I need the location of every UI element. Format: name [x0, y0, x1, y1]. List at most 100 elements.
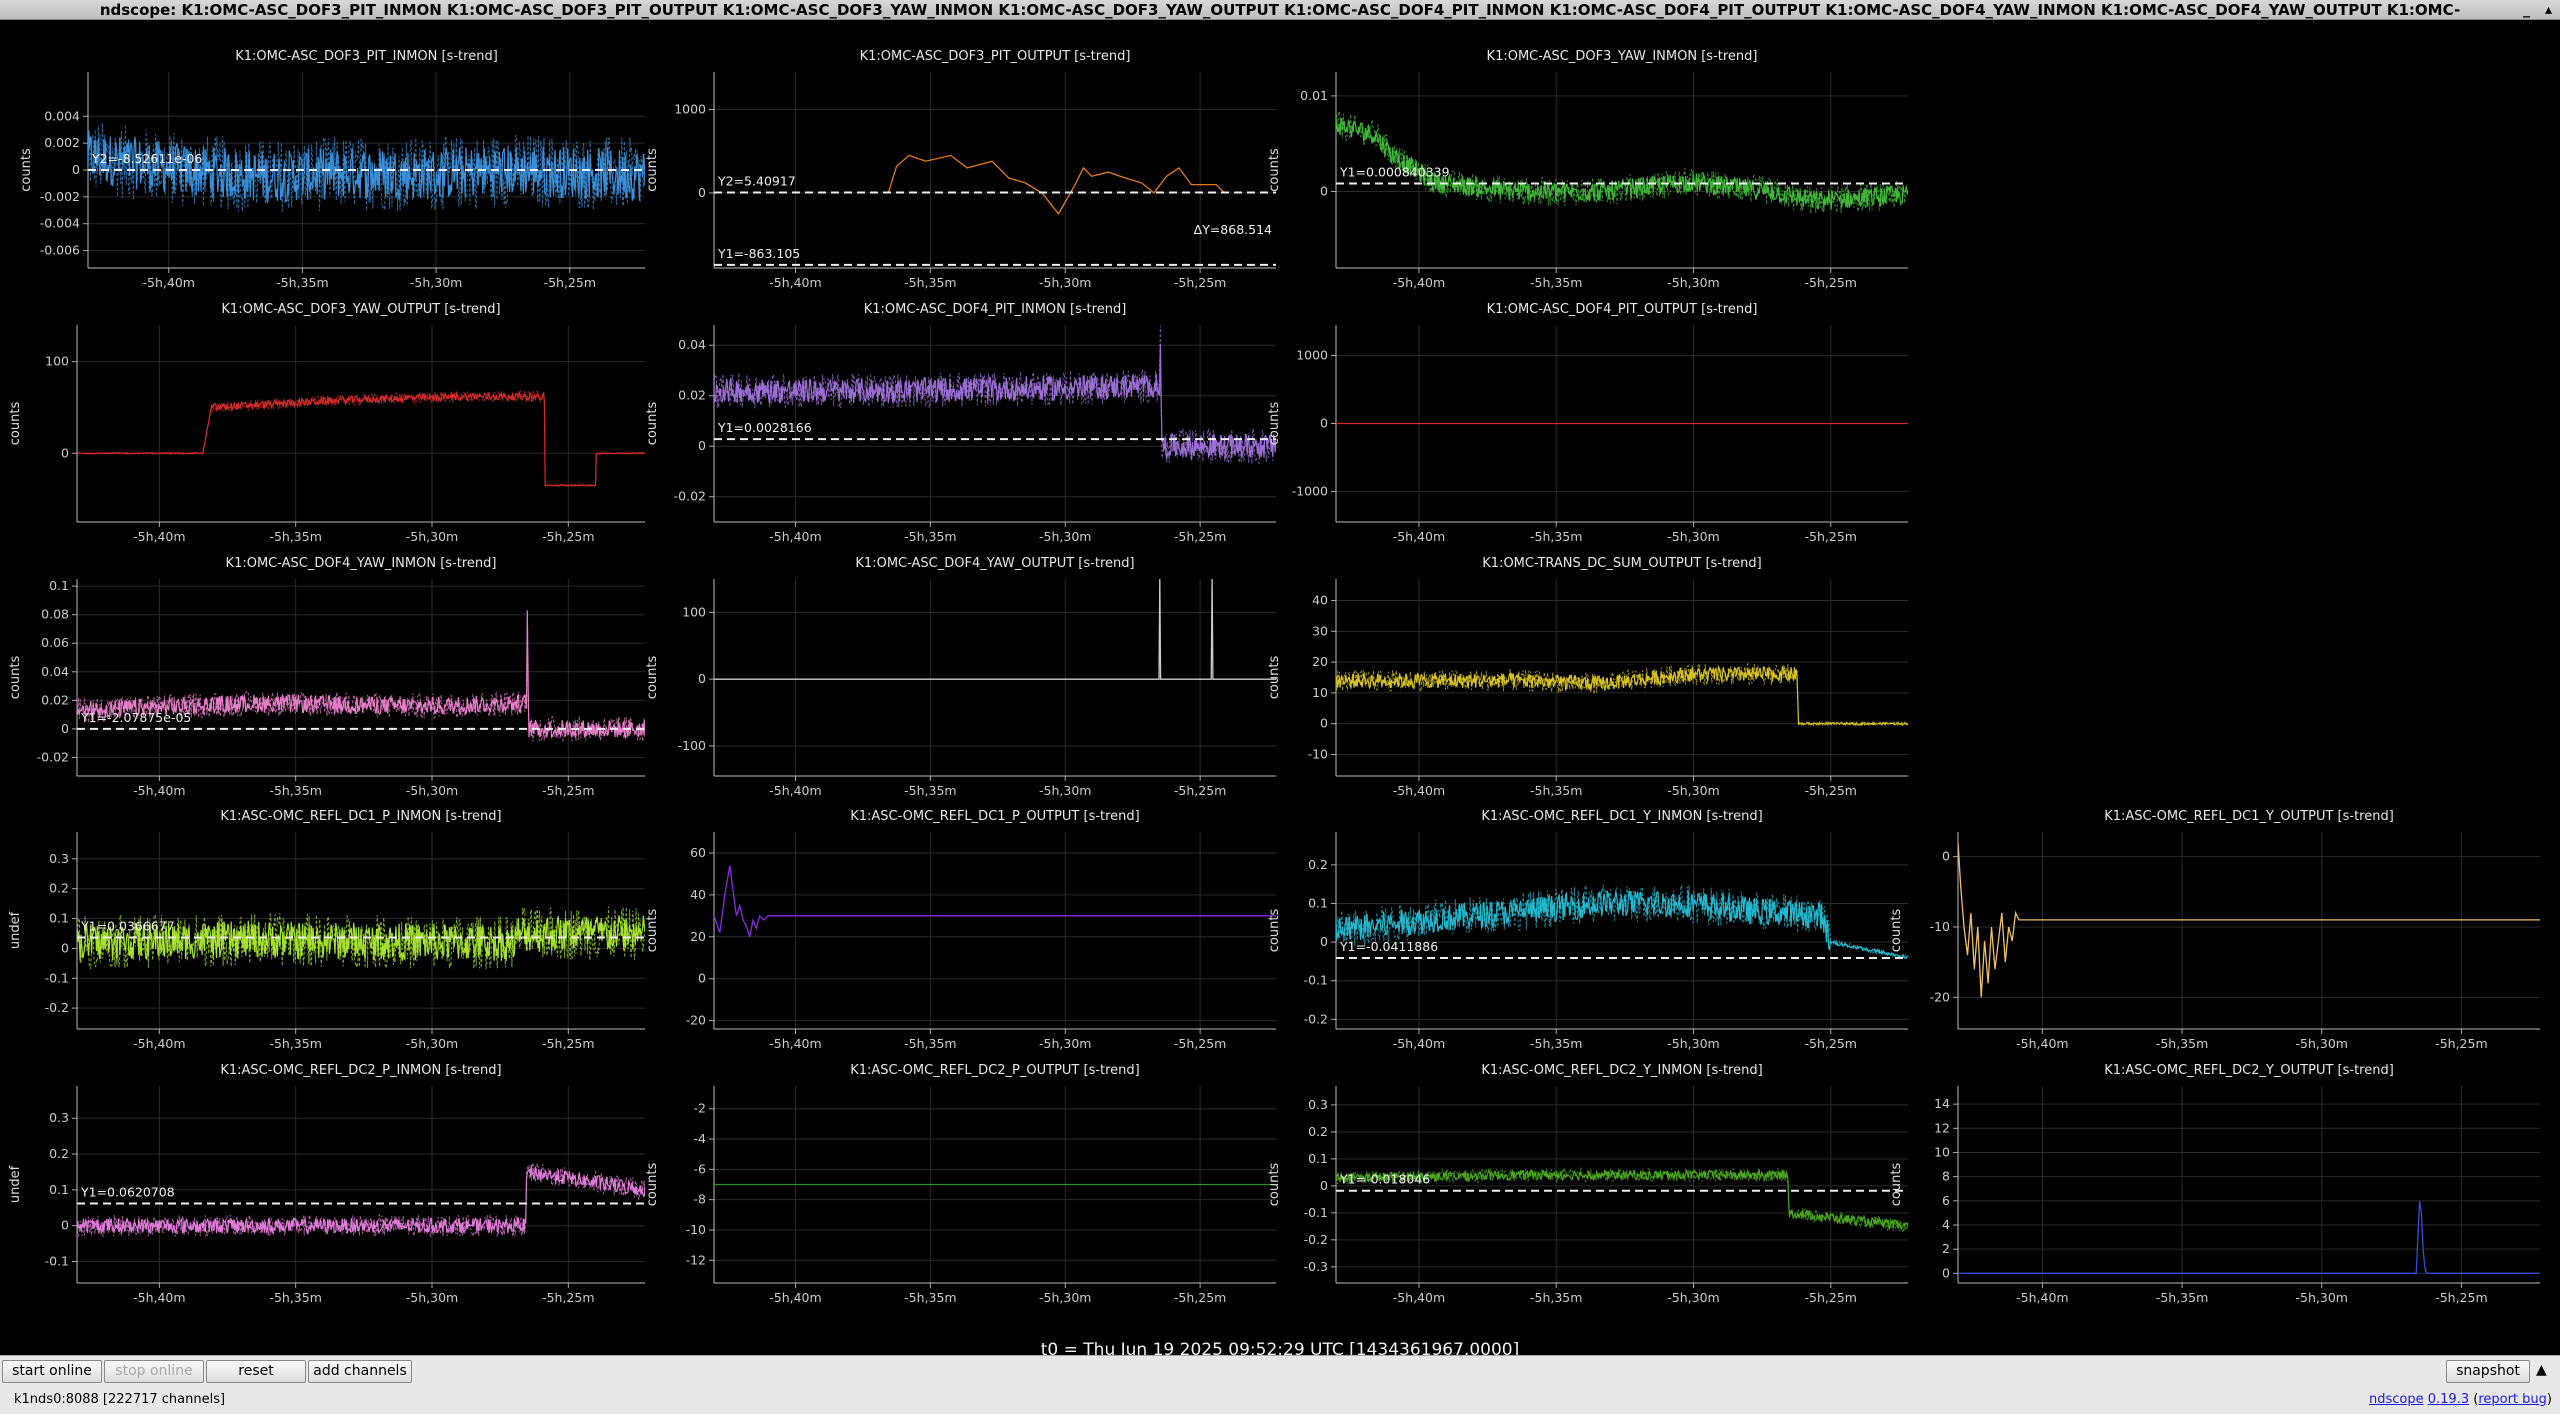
x-tick-label: -5h,30m: [406, 529, 458, 544]
y-tick-label: 0: [61, 721, 69, 736]
series-line: [1958, 842, 2540, 998]
x-tick-label: -5h,25m: [1174, 1290, 1226, 1305]
chart-panel: K1:ASC-OMC_REFL_DC2_Y_INMON [s-trend] -5h…: [1267, 1063, 1908, 1305]
y-axis-label: counts: [1889, 1163, 1904, 1207]
snapshot-button[interactable]: snapshot: [2446, 1360, 2530, 1383]
y-axis-label: counts: [8, 402, 23, 446]
x-tick-label: -5h,25m: [542, 1036, 594, 1051]
minimize-button[interactable]: _: [2523, 0, 2530, 20]
x-tick-label: -5h,40m: [769, 1036, 821, 1051]
y-tick-label: -20: [686, 1013, 706, 1028]
chart-title: K1:ASC-OMC_REFL_DC2_Y_OUTPUT [s-trend]: [2104, 1063, 2394, 1078]
x-tick-label: -5h,30m: [406, 1036, 458, 1051]
x-tick-label: -5h,35m: [904, 275, 956, 290]
y-tick-label: 0: [1942, 1265, 1950, 1280]
y-axis-label: counts: [19, 148, 34, 192]
chart-title: K1:ASC-OMC_REFL_DC1_P_OUTPUT [s-trend]: [850, 809, 1140, 824]
x-tick-label: -5h,35m: [269, 783, 321, 798]
chart-panel: K1:OMC-ASC_DOF3_PIT_OUTPUT [s-trend] -5h,…: [645, 49, 1276, 290]
version-link[interactable]: 0.19.3: [2428, 1392, 2469, 1407]
x-tick-label: -5h,30m: [1039, 1290, 1091, 1305]
chart-title: K1:OMC-ASC_DOF3_YAW_OUTPUT [s-trend]: [221, 302, 500, 317]
plots-canvas[interactable]: K1:OMC-ASC_DOF3_PIT_INMON [s-trend] -5h,4…: [0, 20, 2560, 1340]
y-tick-label: 0.3: [49, 851, 69, 866]
chart-panel: K1:OMC-ASC_DOF3_PIT_INMON [s-trend] -5h,4…: [19, 49, 645, 290]
y-tick-label: 0.1: [1308, 895, 1328, 910]
chart-panel: K1:OMC-ASC_DOF3_YAW_OUTPUT [s-trend] -5h,…: [8, 302, 645, 544]
add-channels-button[interactable]: add channels: [308, 1360, 412, 1383]
delta-annotation: ΔY=868.514: [1194, 222, 1272, 237]
start-online-button[interactable]: start online: [2, 1360, 102, 1383]
chart-title: K1:ASC-OMC_REFL_DC2_P_OUTPUT [s-trend]: [850, 1063, 1140, 1078]
chart-title: K1:OMC-ASC_DOF4_YAW_OUTPUT [s-trend]: [855, 556, 1134, 571]
x-tick-label: -5h,30m: [1039, 783, 1091, 798]
x-tick-label: -5h,40m: [1393, 275, 1445, 290]
y-tick-label: 0: [698, 185, 706, 200]
y-tick-label: 0.04: [678, 337, 706, 352]
reset-button[interactable]: reset: [206, 1360, 306, 1383]
x-tick-label: -5h,25m: [542, 1290, 594, 1305]
y-tick-label: 0.004: [44, 108, 80, 123]
y-tick-label: 1000: [674, 102, 706, 117]
x-tick-label: -5h,40m: [133, 783, 185, 798]
report-bug-link[interactable]: report bug: [2478, 1392, 2547, 1407]
y-tick-label: 100: [45, 354, 69, 369]
plot-grid: K1:OMC-ASC_DOF3_PIT_INMON [s-trend] -5h,4…: [0, 20, 2560, 1360]
chart-panel: K1:ASC-OMC_REFL_DC1_Y_INMON [s-trend] -5h…: [1267, 809, 1908, 1051]
series-band: [77, 389, 645, 488]
y-tick-label: 0.2: [1308, 857, 1328, 872]
y-axis-label: counts: [8, 656, 23, 700]
y-axis-label: counts: [1267, 148, 1282, 192]
x-tick-label: -5h,35m: [269, 1036, 321, 1051]
ndscope-link[interactable]: ndscope: [2369, 1392, 2424, 1407]
cursor-label: Y2=5.40917: [717, 173, 796, 188]
series-group: [77, 389, 645, 488]
y-tick-label: 0: [1320, 416, 1328, 431]
x-tick-label: -5h,40m: [133, 529, 185, 544]
x-tick-label: -5h,30m: [2296, 1290, 2348, 1305]
y-tick-label: 0.08: [41, 607, 69, 622]
chart-panel: K1:OMC-ASC_DOF3_YAW_INMON [s-trend] -5h,4…: [1267, 49, 1908, 290]
y-tick-label: -10: [686, 1222, 706, 1237]
stop-online-button[interactable]: stop online: [104, 1360, 204, 1383]
y-tick-label: -0.1: [1304, 1205, 1328, 1220]
x-tick-label: -5h,35m: [1530, 1290, 1582, 1305]
close-button[interactable]: ▴: [2545, 0, 2552, 20]
y-tick-label: 0: [61, 445, 69, 460]
y-tick-label: -0.2: [1304, 1011, 1328, 1026]
x-tick-label: -5h,30m: [1039, 1036, 1091, 1051]
x-tick-label: -5h,35m: [904, 1290, 956, 1305]
x-tick-label: -5h,25m: [1174, 275, 1226, 290]
x-tick-label: -5h,25m: [2435, 1290, 2487, 1305]
series-line: [887, 154, 1225, 215]
y-axis-label: counts: [1267, 909, 1282, 953]
y-tick-label: 30: [1312, 623, 1328, 638]
cursor-label: Y1=0.0366677: [80, 918, 175, 933]
cursor-label: Y1=-863.105: [717, 246, 800, 261]
x-tick-label: -5h,40m: [1393, 1290, 1445, 1305]
y-tick-label: 0: [61, 1218, 69, 1233]
series-line: [1958, 1200, 2540, 1274]
y-tick-label: 0.3: [1308, 1097, 1328, 1112]
y-tick-label: -0.006: [40, 243, 80, 258]
series-band: [1336, 662, 1908, 728]
x-tick-label: -5h,35m: [904, 529, 956, 544]
y-tick-label: 0: [1320, 1178, 1328, 1193]
y-tick-label: 0: [1320, 934, 1328, 949]
series-group: [88, 123, 645, 214]
y-tick-label: 20: [1312, 654, 1328, 669]
y-tick-label: 4: [1942, 1217, 1950, 1232]
y-tick-label: 20: [690, 929, 706, 944]
y-axis-label: counts: [645, 148, 660, 192]
chart-panel: K1:ASC-OMC_REFL_DC1_P_INMON [s-trend] -5h…: [8, 809, 645, 1051]
y-tick-label: 0: [72, 162, 80, 177]
chart-title: K1:ASC-OMC_REFL_DC2_Y_INMON [s-trend]: [1481, 1063, 1762, 1078]
y-tick-label: 0.04: [41, 664, 69, 679]
y-tick-label: -1000: [1292, 483, 1328, 498]
chart-title: K1:ASC-OMC_REFL_DC2_P_INMON [s-trend]: [220, 1063, 501, 1078]
x-tick-label: -5h,35m: [1530, 529, 1582, 544]
collapse-icon[interactable]: ▲: [2536, 1362, 2547, 1378]
y-tick-label: 0.01: [1300, 88, 1328, 103]
bottom-toolbar: start online stop online reset add chann…: [0, 1355, 2560, 1388]
x-tick-label: -5h,30m: [1667, 783, 1719, 798]
